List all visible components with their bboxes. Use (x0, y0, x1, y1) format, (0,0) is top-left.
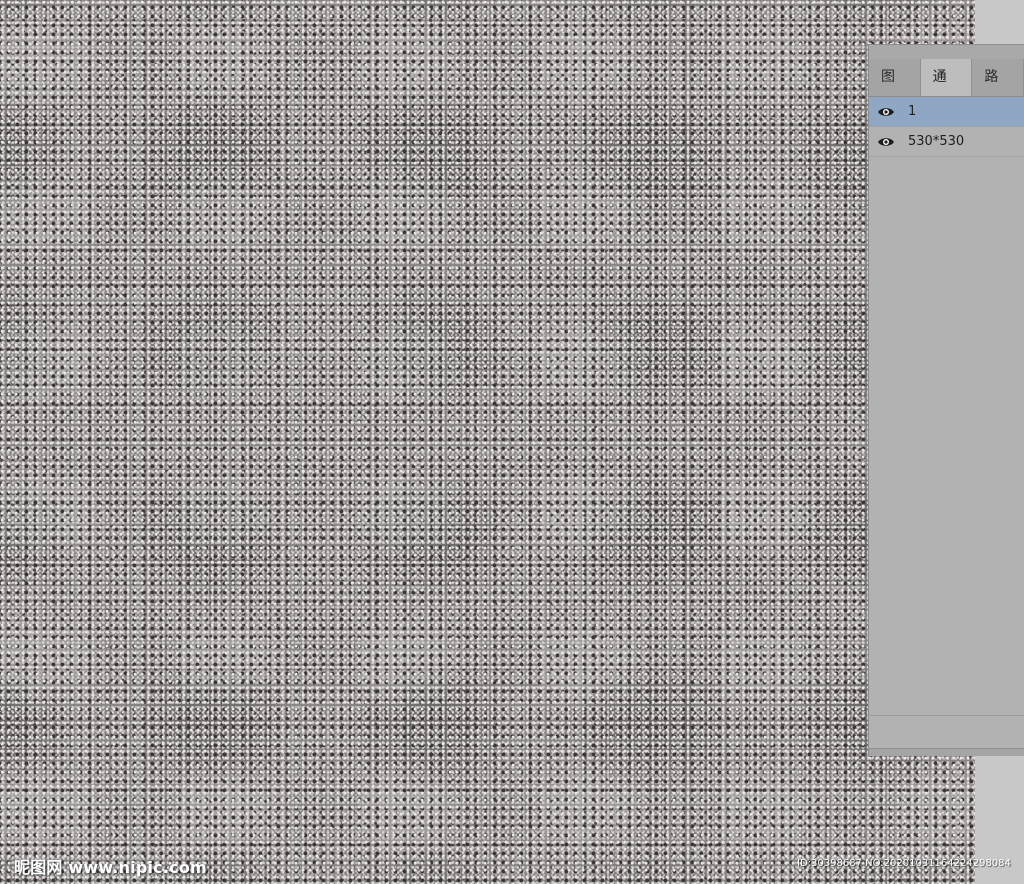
channel-row-530x530[interactable]: 530*530 (869, 127, 1024, 157)
channel-list: 1 530*530 (869, 97, 1024, 157)
channel-row-1[interactable]: 1 (869, 97, 1024, 127)
channels-panel: 图层 通道 路径 1 530*530 (868, 44, 1024, 756)
panel-title-bar[interactable] (869, 45, 1024, 59)
eye-icon[interactable] (877, 106, 895, 118)
tab-channels[interactable]: 通道 (920, 59, 973, 122)
tab-paths[interactable]: 路径 (972, 59, 1024, 122)
tab-layers[interactable]: 图层 (869, 59, 921, 122)
channel-name: 530*530 (908, 134, 965, 149)
watermark-id: ID:30398687 NO:20201031164224298084 (797, 858, 1011, 869)
document-canvas[interactable] (0, 0, 975, 884)
panel-footer (869, 748, 1024, 756)
channel-name: 1 (908, 104, 917, 119)
watermark-logo: 昵图网 www.nipic.com (14, 858, 207, 877)
panel-resize-grip[interactable]: ⋮ (1020, 719, 1024, 733)
panel-divider (869, 715, 1024, 716)
eye-icon[interactable] (877, 136, 895, 148)
panel-tabs: 图层 通道 路径 (869, 59, 1024, 122)
